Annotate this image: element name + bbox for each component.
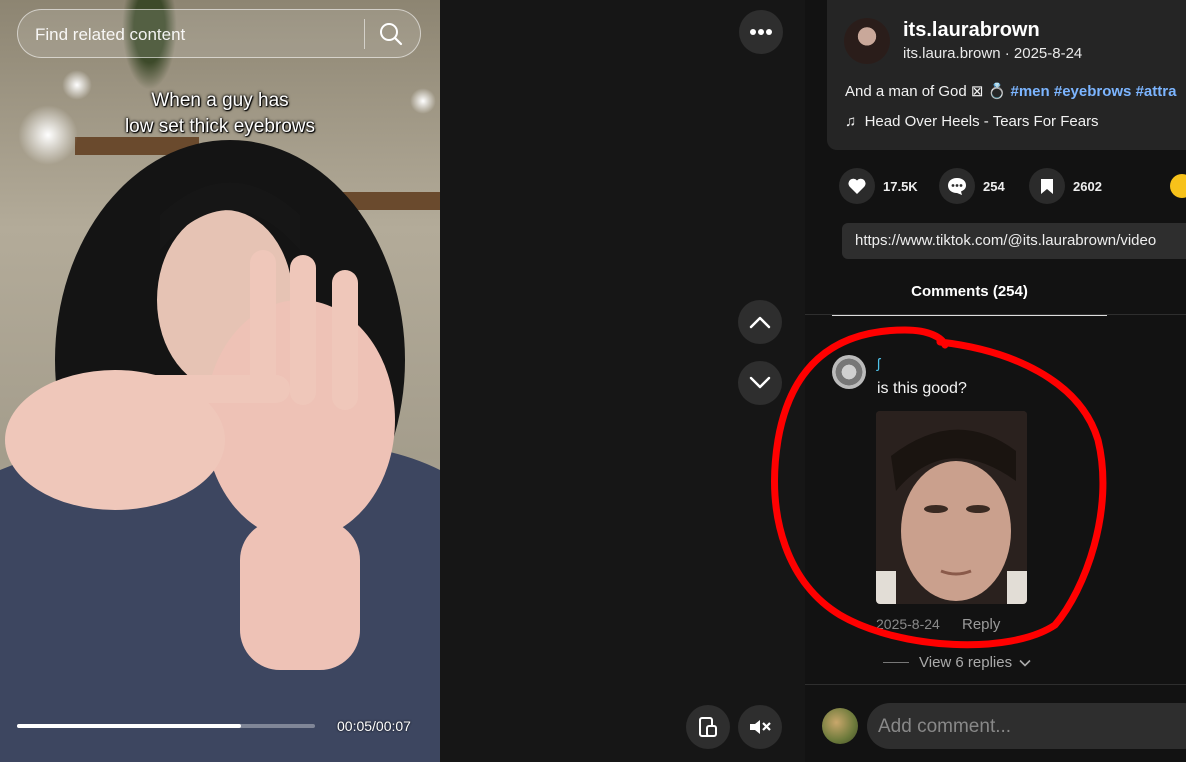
video-progress-bar[interactable] bbox=[17, 724, 315, 728]
video-player[interactable]: Find related content When a guy has low … bbox=[0, 0, 440, 762]
view-replies-button[interactable]: View 6 replies bbox=[883, 654, 1031, 671]
floating-player-icon bbox=[699, 717, 717, 737]
tab-divider bbox=[805, 314, 1186, 315]
hashtag-link[interactable]: #eyebrows bbox=[1054, 83, 1132, 100]
like-button[interactable]: 17.5K bbox=[839, 168, 918, 204]
author-handle[interactable]: its.laura.brown bbox=[903, 45, 1001, 62]
share-url: https://www.tiktok.com/@its.laurabrown/v… bbox=[855, 232, 1157, 249]
save-button[interactable]: 2602 bbox=[1029, 168, 1102, 204]
details-panel: its.laurabrown its.laura.brown · 2025-8-… bbox=[805, 0, 1186, 762]
comment-text: is this good? bbox=[877, 380, 967, 397]
comment-image[interactable] bbox=[876, 411, 1027, 604]
commenter-avatar[interactable] bbox=[832, 355, 866, 389]
music-title: Head Over Heels - Tears For Fears bbox=[864, 113, 1099, 130]
video-info-card: its.laurabrown its.laura.brown · 2025-8-… bbox=[827, 0, 1186, 150]
comment-date: 2025-8-24 bbox=[876, 616, 940, 632]
author-handle-date: its.laura.brown · 2025-8-24 bbox=[903, 45, 1083, 62]
heart-icon bbox=[848, 178, 866, 194]
author-name[interactable]: its.laurabrown bbox=[903, 19, 1040, 42]
caption-line: low set thick eyebrows bbox=[124, 116, 316, 137]
search-divider bbox=[364, 19, 365, 49]
share-url-field[interactable]: https://www.tiktok.com/@its.laurabrown/v… bbox=[842, 223, 1186, 259]
floating-player-button[interactable] bbox=[686, 705, 730, 749]
search-icon[interactable] bbox=[378, 21, 406, 47]
author-avatar[interactable] bbox=[844, 18, 890, 64]
mute-button[interactable] bbox=[738, 705, 782, 749]
music-note-icon: ♫ bbox=[845, 113, 857, 130]
music-link[interactable]: ♫ Head Over Heels - Tears For Fears bbox=[845, 113, 1099, 130]
comment-input[interactable]: Add comment... bbox=[867, 703, 1186, 749]
chevron-down-icon bbox=[1019, 659, 1031, 667]
more-options-button[interactable] bbox=[739, 10, 783, 54]
caption-line: When a guy has bbox=[151, 90, 289, 111]
description-text: And a man of God ⊠ 💍 bbox=[845, 83, 1007, 100]
reply-button[interactable]: Reply bbox=[962, 616, 1000, 633]
search-placeholder: Find related content bbox=[35, 25, 186, 44]
replies-divider bbox=[883, 662, 909, 663]
video-description: And a man of God ⊠ 💍 #men #eyebrows #att… bbox=[845, 82, 1176, 100]
comment-count: 254 bbox=[983, 178, 1005, 194]
more-icon bbox=[750, 29, 772, 35]
input-divider bbox=[805, 684, 1186, 685]
next-video-button[interactable] bbox=[738, 361, 782, 405]
comment-button[interactable]: 254 bbox=[939, 168, 1005, 204]
bookmark-icon bbox=[1041, 179, 1053, 194]
previous-video-button[interactable] bbox=[738, 300, 782, 344]
hashtag-link[interactable]: #men bbox=[1011, 83, 1050, 100]
tab-comments[interactable]: Comments (254) bbox=[832, 272, 1107, 316]
user-avatar bbox=[822, 708, 858, 744]
video-progress-fill bbox=[17, 724, 241, 728]
view-replies-label: View 6 replies bbox=[919, 654, 1013, 671]
chevron-up-icon bbox=[749, 316, 771, 329]
post-date: 2025-8-24 bbox=[1013, 45, 1083, 62]
commenter-username[interactable]: ʃ bbox=[877, 355, 880, 371]
hashtag-link[interactable]: #attra bbox=[1136, 83, 1177, 100]
share-icon[interactable] bbox=[1170, 174, 1186, 198]
chevron-down-icon bbox=[749, 376, 771, 389]
comment-input-placeholder: Add comment... bbox=[878, 716, 1012, 737]
save-count: 2602 bbox=[1073, 178, 1102, 194]
comment-icon bbox=[948, 178, 966, 195]
video-time: 00:05/00:07 bbox=[337, 718, 411, 734]
video-caption: When a guy has low set thick eyebrows bbox=[60, 88, 380, 140]
like-count: 17.5K bbox=[883, 178, 918, 194]
volume-muted-icon bbox=[750, 720, 771, 734]
search-input[interactable]: Find related content bbox=[17, 9, 421, 58]
